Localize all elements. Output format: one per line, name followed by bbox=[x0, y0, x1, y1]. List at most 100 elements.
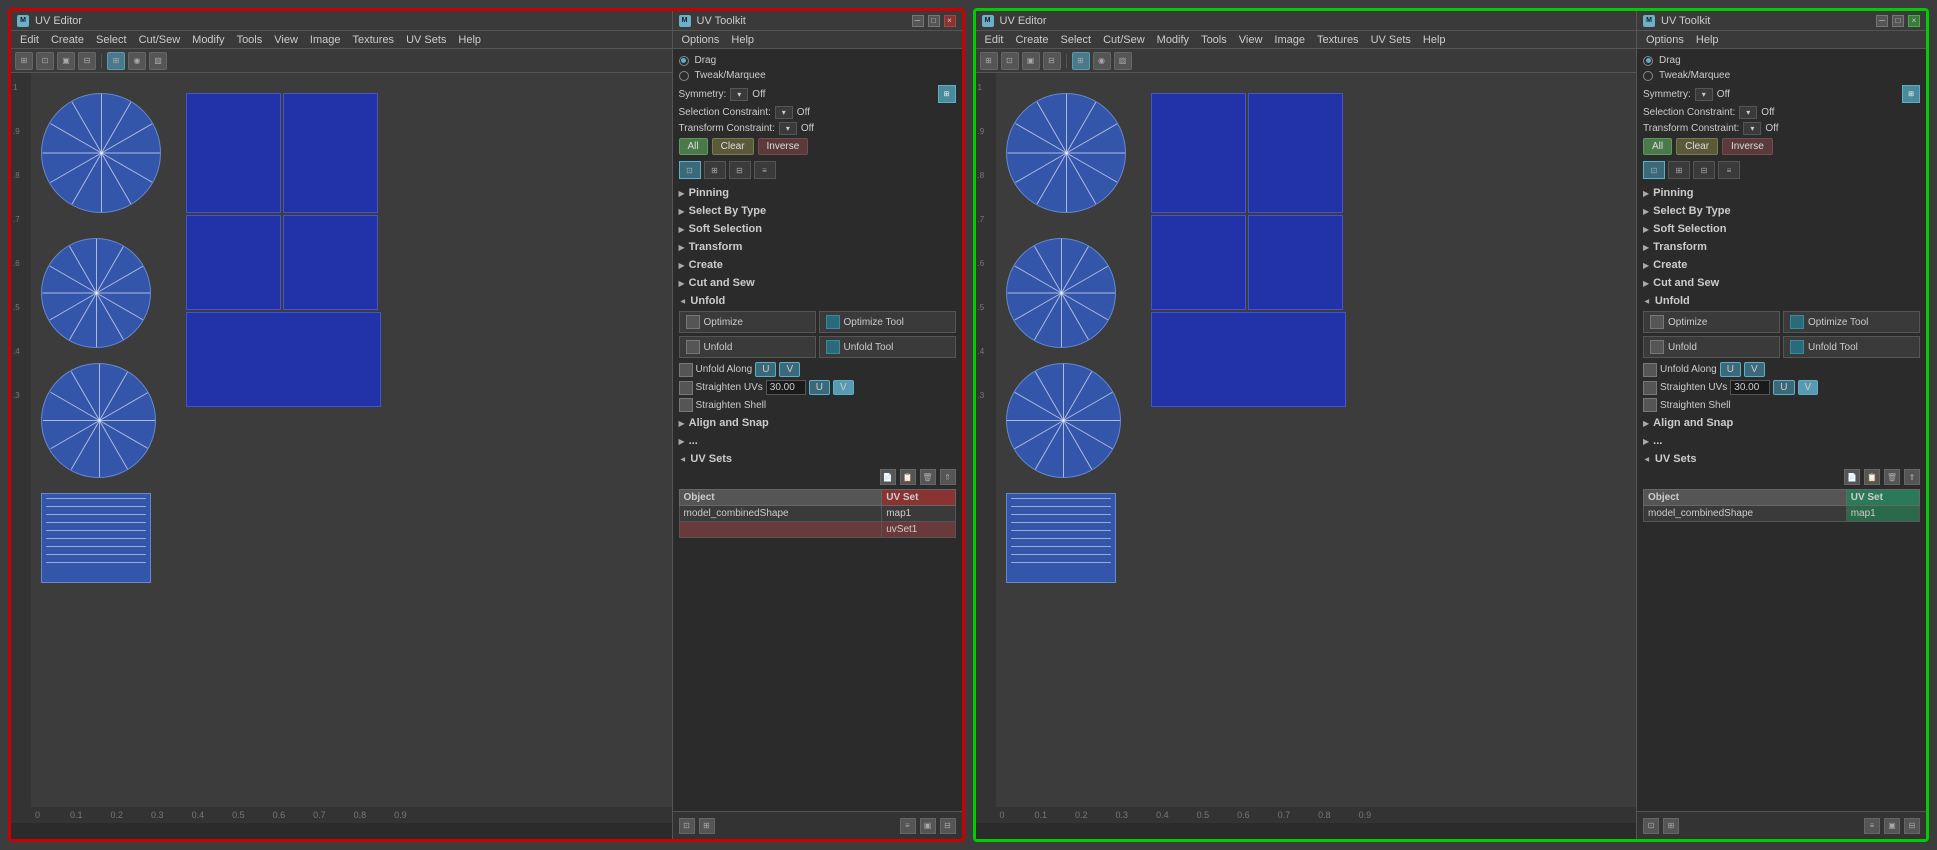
toolbar-btn-6-right[interactable]: ◉ bbox=[1093, 52, 1111, 70]
menu-edit-left[interactable]: Edit bbox=[15, 34, 44, 46]
section-pinning-left[interactable]: ▶ Pinning bbox=[679, 185, 956, 201]
sel-icon-1-left[interactable]: ⊡ bbox=[679, 161, 701, 179]
grid-icon-left[interactable]: ⊞ bbox=[938, 85, 956, 103]
section-selectbytype-left[interactable]: ▶ Select By Type bbox=[679, 203, 956, 219]
unfold-btn-right[interactable]: Unfold bbox=[1643, 336, 1780, 358]
tk-bottom-icon-5-left[interactable]: ⊟ bbox=[940, 818, 956, 834]
tk-menu-options-left[interactable]: Options bbox=[677, 34, 725, 46]
toolbar-btn-5-right[interactable]: ⊞ bbox=[1072, 52, 1090, 70]
section-alignsnap-left[interactable]: ▶ Align and Snap bbox=[679, 415, 956, 431]
btn-all-right[interactable]: All bbox=[1643, 138, 1672, 155]
menu-tools-left[interactable]: Tools bbox=[232, 34, 268, 46]
radio-drag-left[interactable] bbox=[679, 56, 689, 66]
toolbar-btn-7-right[interactable]: ▨ bbox=[1114, 52, 1132, 70]
toolbar-btn-4-right[interactable]: ⊟ bbox=[1043, 52, 1061, 70]
section-softsel-left[interactable]: ▶ Soft Selection bbox=[679, 221, 956, 237]
tk-bottom-icon-2-left[interactable]: ⊞ bbox=[699, 818, 715, 834]
uvset-icon-3-left[interactable]: 🗑 bbox=[920, 469, 936, 485]
tk-minimize-left[interactable]: ─ bbox=[912, 15, 924, 27]
toolbar-btn-7-left[interactable]: ▨ bbox=[149, 52, 167, 70]
straighten-uvs-input-left[interactable] bbox=[766, 380, 806, 395]
optimize-tool-btn-left[interactable]: Optimize Tool bbox=[819, 311, 956, 333]
straighten-u-right[interactable]: U bbox=[1773, 380, 1794, 395]
tk-bottom-icon-5-right[interactable]: ⊟ bbox=[1904, 818, 1920, 834]
tk-bottom-icon-1-right[interactable]: ⊡ bbox=[1643, 818, 1659, 834]
tk-bottom-icon-3-right[interactable]: ≡ bbox=[1864, 818, 1880, 834]
btn-inverse-right[interactable]: Inverse bbox=[1722, 138, 1773, 155]
sel-icon-4-right[interactable]: ≡ bbox=[1718, 161, 1740, 179]
section-softsel-right[interactable]: ▶ Soft Selection bbox=[1643, 221, 1920, 237]
menu-image-right[interactable]: Image bbox=[1269, 34, 1310, 46]
optimize-btn-left[interactable]: Optimize bbox=[679, 311, 816, 333]
tk-close-left[interactable]: × bbox=[944, 15, 956, 27]
tk-menu-help-left[interactable]: Help bbox=[726, 34, 759, 46]
straighten-v-left[interactable]: V bbox=[833, 380, 854, 395]
unfold-along-v-right[interactable]: V bbox=[1744, 362, 1765, 377]
section-unfold-right[interactable]: ▼ Unfold bbox=[1643, 293, 1920, 309]
section-alignsnap-right[interactable]: ▶ Align and Snap bbox=[1643, 415, 1920, 431]
menu-create-right[interactable]: Create bbox=[1010, 34, 1053, 46]
sel-constraint-dropdown-right[interactable] bbox=[1739, 106, 1757, 119]
sel-icon-4-left[interactable]: ≡ bbox=[754, 161, 776, 179]
toolbar-btn-4-left[interactable]: ⊟ bbox=[78, 52, 96, 70]
tk-bottom-icon-4-left[interactable]: ▣ bbox=[920, 818, 936, 834]
tk-close-right[interactable]: × bbox=[1908, 15, 1920, 27]
section-cutsew-left[interactable]: ▶ Cut and Sew bbox=[679, 275, 956, 291]
uvset-icon-3-right[interactable]: 🗑 bbox=[1884, 469, 1900, 485]
sym-dropdown-left[interactable] bbox=[730, 88, 748, 101]
sel-icon-2-right[interactable]: ⊞ bbox=[1668, 161, 1690, 179]
grid-icon-right[interactable]: ⊞ bbox=[1902, 85, 1920, 103]
menu-image-left[interactable]: Image bbox=[305, 34, 346, 46]
section-cutsew-right[interactable]: ▶ Cut and Sew bbox=[1643, 275, 1920, 291]
uvsets-row1-left[interactable]: model_combinedShape map1 bbox=[679, 506, 955, 522]
uvset-icon-4-right[interactable]: ⇑ bbox=[1904, 469, 1920, 485]
uv-canvas-left[interactable]: 1 .9 .8 .7 .6 .5 .4 .3 bbox=[11, 73, 672, 839]
uvset-icon-4-left[interactable]: ⇑ bbox=[940, 469, 956, 485]
section-unfold-left[interactable]: ▼ Unfold bbox=[679, 293, 956, 309]
section-create-left[interactable]: ▶ Create bbox=[679, 257, 956, 273]
menu-uvsets-right[interactable]: UV Sets bbox=[1366, 34, 1416, 46]
tk-bottom-icon-1-left[interactable]: ⊡ bbox=[679, 818, 695, 834]
uvsets-row1-right[interactable]: model_combinedShape map1 bbox=[1644, 506, 1920, 522]
btn-clear-right[interactable]: Clear bbox=[1676, 138, 1718, 155]
unfold-along-v-left[interactable]: V bbox=[779, 362, 800, 377]
section-transform-left[interactable]: ▶ Transform bbox=[679, 239, 956, 255]
menu-tools-right[interactable]: Tools bbox=[1196, 34, 1232, 46]
btn-inverse-left[interactable]: Inverse bbox=[758, 138, 809, 155]
straighten-v-right[interactable]: V bbox=[1798, 380, 1819, 395]
toolbar-btn-2-left[interactable]: ⊡ bbox=[36, 52, 54, 70]
menu-help-left[interactable]: Help bbox=[453, 34, 486, 46]
toolbar-btn-6-left[interactable]: ◉ bbox=[128, 52, 146, 70]
tk-menu-options-right[interactable]: Options bbox=[1641, 34, 1689, 46]
menu-uvsets-left[interactable]: UV Sets bbox=[401, 34, 451, 46]
menu-modify-left[interactable]: Modify bbox=[187, 34, 229, 46]
radio-drag-right[interactable] bbox=[1643, 56, 1653, 66]
sel-constraint-dropdown-left[interactable] bbox=[775, 106, 793, 119]
straighten-uvs-input-right[interactable] bbox=[1730, 380, 1770, 395]
optimize-tool-btn-right[interactable]: Optimize Tool bbox=[1783, 311, 1920, 333]
tk-bottom-icon-4-right[interactable]: ▣ bbox=[1884, 818, 1900, 834]
menu-textures-left[interactable]: Textures bbox=[347, 34, 399, 46]
trans-constraint-dropdown-left[interactable] bbox=[779, 122, 797, 135]
section-transform-right[interactable]: ▶ Transform bbox=[1643, 239, 1920, 255]
toolbar-btn-1-right[interactable]: ⊞ bbox=[980, 52, 998, 70]
tk-menu-help-right[interactable]: Help bbox=[1691, 34, 1724, 46]
menu-view-left[interactable]: View bbox=[269, 34, 303, 46]
uvset-icon-2-right[interactable]: 📋 bbox=[1864, 469, 1880, 485]
section-pinning-right[interactable]: ▶ Pinning bbox=[1643, 185, 1920, 201]
toolbar-btn-3-left[interactable]: ▣ bbox=[57, 52, 75, 70]
uvsets-row2-left[interactable]: uvSet1 bbox=[679, 522, 955, 538]
uvset-icon-1-left[interactable]: 📄 bbox=[880, 469, 896, 485]
menu-create-left[interactable]: Create bbox=[46, 34, 89, 46]
toolbar-btn-1-left[interactable]: ⊞ bbox=[15, 52, 33, 70]
section-create-right[interactable]: ▶ Create bbox=[1643, 257, 1920, 273]
straighten-u-left[interactable]: U bbox=[809, 380, 830, 395]
trans-constraint-dropdown-right[interactable] bbox=[1743, 122, 1761, 135]
tk-bottom-icon-3-left[interactable]: ≡ bbox=[900, 818, 916, 834]
uvset-icon-1-right[interactable]: 📄 bbox=[1844, 469, 1860, 485]
tk-maximize-left[interactable]: □ bbox=[928, 15, 940, 27]
menu-select-left[interactable]: Select bbox=[91, 34, 132, 46]
menu-cutsew-left[interactable]: Cut/Sew bbox=[134, 34, 186, 46]
section-uvsets-left[interactable]: ▼ UV Sets bbox=[679, 451, 956, 467]
sym-dropdown-right[interactable] bbox=[1695, 88, 1713, 101]
